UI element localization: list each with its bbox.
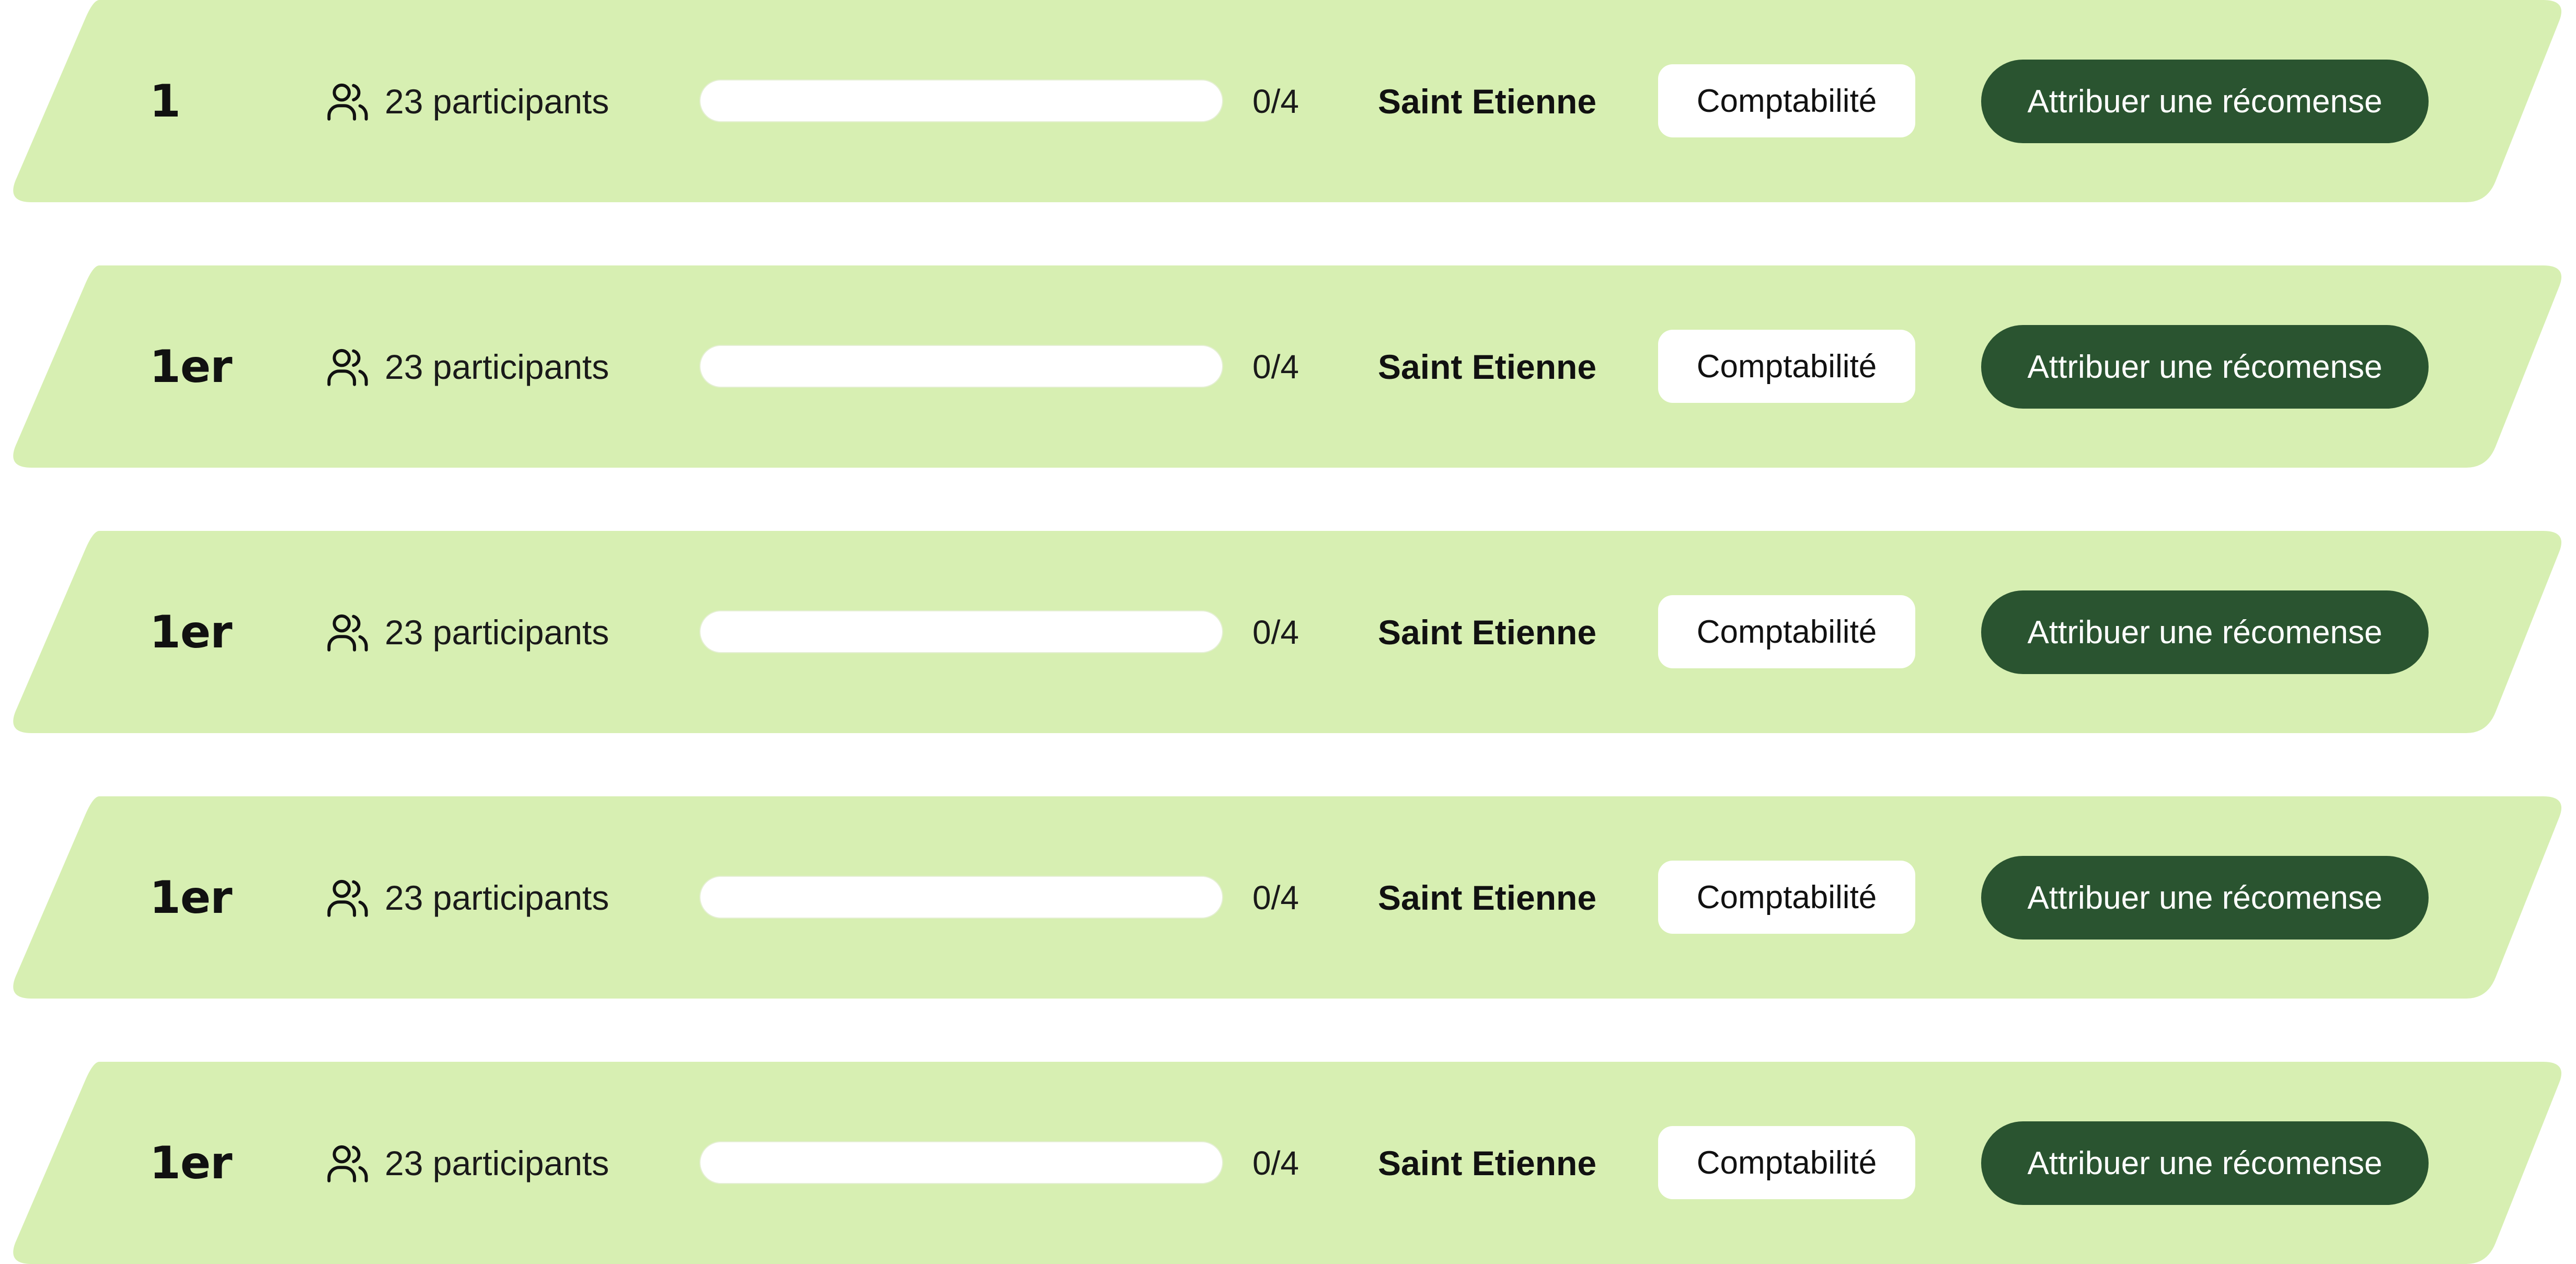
rank-label: 1er <box>150 1137 233 1189</box>
progress-bar <box>699 1141 1223 1184</box>
rank-label: 1 <box>150 75 181 127</box>
users-icon <box>324 78 371 125</box>
list-item: 1 23 participants 0/4 Saint Etienne Comp… <box>0 0 2576 202</box>
participants-label: 23 participants <box>385 82 610 121</box>
participants-count: 23 participants <box>324 1062 690 1264</box>
progress-bar <box>699 79 1223 122</box>
department-tag: Comptabilité <box>1658 1126 1915 1199</box>
participants-label: 23 participants <box>385 347 610 386</box>
list-item: 1er 23 participants 0/4 Saint Etienne Co… <box>0 796 2576 999</box>
progress-bar <box>699 876 1223 919</box>
department-tag: Comptabilité <box>1658 64 1915 137</box>
rank-label: 1er <box>150 340 233 393</box>
department-tag: Comptabilité <box>1658 330 1915 403</box>
progress-bar <box>699 345 1223 388</box>
award-reward-button[interactable]: Attribuer une récomense <box>1981 325 2429 409</box>
award-reward-button[interactable]: Attribuer une récomense <box>1981 60 2429 143</box>
city-label: Saint Etienne <box>1378 878 1597 917</box>
users-icon <box>324 609 371 656</box>
challenge-list: 1 23 participants 0/4 Saint Etienne Comp… <box>0 0 2576 1264</box>
progress-count: 0/4 <box>1252 347 1299 386</box>
progress-count: 0/4 <box>1252 1144 1299 1182</box>
list-item: 1er 23 participants 0/4 Saint Etienne Co… <box>0 1062 2576 1264</box>
participants-label: 23 participants <box>385 878 610 917</box>
progress-count: 0/4 <box>1252 613 1299 651</box>
department-tag: Comptabilité <box>1658 861 1915 934</box>
progress-count: 0/4 <box>1252 82 1299 120</box>
award-reward-button[interactable]: Attribuer une récomense <box>1981 590 2429 674</box>
participants-label: 23 participants <box>385 612 610 652</box>
participants-count: 23 participants <box>324 265 690 468</box>
city-label: Saint Etienne <box>1378 347 1597 386</box>
rank-label: 1er <box>150 606 233 658</box>
progress-count: 0/4 <box>1252 878 1299 917</box>
users-icon <box>324 343 371 390</box>
award-reward-button[interactable]: Attribuer une récomense <box>1981 856 2429 940</box>
participants-label: 23 participants <box>385 1143 610 1182</box>
department-tag: Comptabilité <box>1658 595 1915 668</box>
city-label: Saint Etienne <box>1378 612 1597 652</box>
progress-bar <box>699 610 1223 653</box>
award-reward-button[interactable]: Attribuer une récomense <box>1981 1121 2429 1205</box>
users-icon <box>324 1140 371 1187</box>
users-icon <box>324 874 371 921</box>
participants-count: 23 participants <box>324 0 690 202</box>
list-item: 1er 23 participants 0/4 Saint Etienne Co… <box>0 531 2576 733</box>
list-item: 1er 23 participants 0/4 Saint Etienne Co… <box>0 265 2576 468</box>
participants-count: 23 participants <box>324 796 690 999</box>
rank-label: 1er <box>150 871 233 924</box>
city-label: Saint Etienne <box>1378 1143 1597 1182</box>
participants-count: 23 participants <box>324 531 690 733</box>
city-label: Saint Etienne <box>1378 82 1597 121</box>
